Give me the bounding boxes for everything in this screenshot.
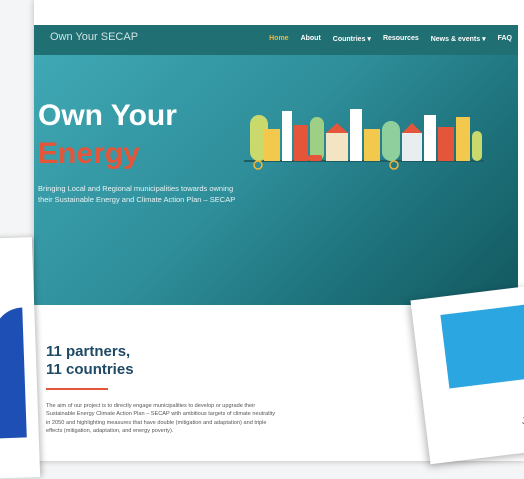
nav-countries[interactable]: Countries ▾	[333, 35, 371, 43]
partners-heading-line1: 11 partners,	[46, 343, 131, 360]
main-menu: Home About Countries ▾ Resources News & …	[269, 35, 512, 43]
nav-home[interactable]: Home	[269, 35, 288, 43]
accent-divider	[46, 388, 108, 390]
nav-news-events[interactable]: News & events ▾	[431, 35, 486, 43]
nav-about[interactable]: About	[301, 35, 321, 43]
partners-heading-line2: 11 countries	[46, 361, 134, 378]
hero-banner: Own Your Energy Bringing Local and Regio…	[34, 55, 518, 305]
nav-resources[interactable]: Resources	[383, 35, 419, 43]
overlapping-card-right: J	[410, 284, 524, 465]
site-logo[interactable]: Own Your SECAP	[50, 31, 138, 43]
hero-title-line1: Own Your	[38, 99, 177, 132]
project-description: The aim of our project is to directly en…	[46, 403, 276, 435]
city-illustration	[244, 109, 484, 170]
top-navbar: Own Your SECAP Home About Countries ▾ Re…	[34, 25, 518, 55]
partners-heading: 11 partners, 11 countries	[46, 343, 134, 379]
blue-shape	[0, 307, 27, 439]
blue-block	[440, 302, 524, 389]
hero-title-line2: Energy	[38, 137, 140, 170]
nav-faq[interactable]: FAQ	[498, 35, 512, 43]
hero-subtitle: Bringing Local and Regional municipaliti…	[38, 184, 236, 204]
